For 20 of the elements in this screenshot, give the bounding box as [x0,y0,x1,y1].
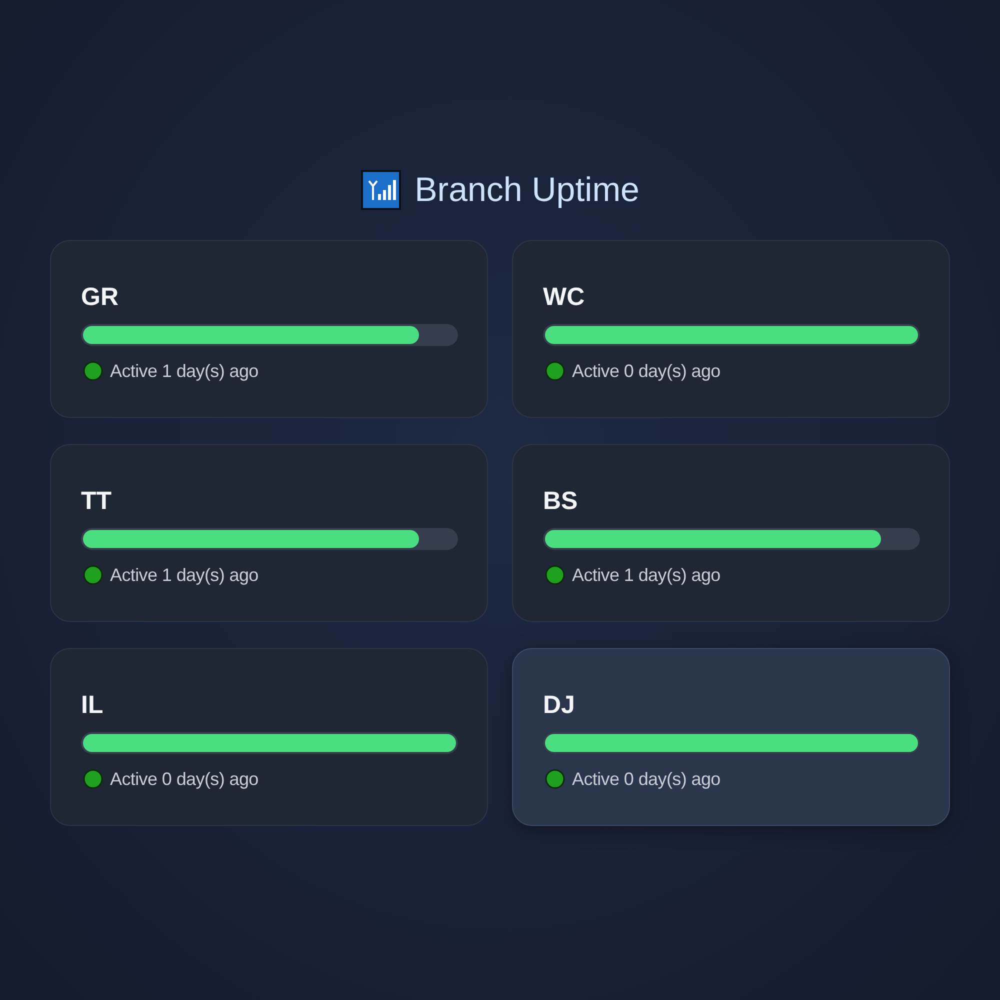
status-dot-icon [545,361,565,381]
status-dot-icon [83,565,103,585]
status-text: Active 1 day(s) ago [110,360,258,383]
status-dot-icon [545,565,565,585]
page-title: Branch Uptime [414,170,640,211]
branch-name: BS [543,486,578,517]
status-text: Active 1 day(s) ago [110,564,258,587]
branch-name: DJ [543,690,575,721]
branch-name: WC [543,282,585,313]
branch-name: TT [81,486,112,517]
status-text: Active 0 day(s) ago [110,768,258,791]
status-text: Active 0 day(s) ago [572,768,720,791]
signal-bars-icon [360,170,401,210]
status-text: Active 0 day(s) ago [572,360,720,383]
status-text: Active 1 day(s) ago [572,564,720,587]
status-dot-icon [545,769,565,789]
branch-name: GR [81,282,118,313]
branch-name: IL [81,690,104,721]
status-dot-icon [83,361,103,381]
status-dot-icon [83,769,103,789]
